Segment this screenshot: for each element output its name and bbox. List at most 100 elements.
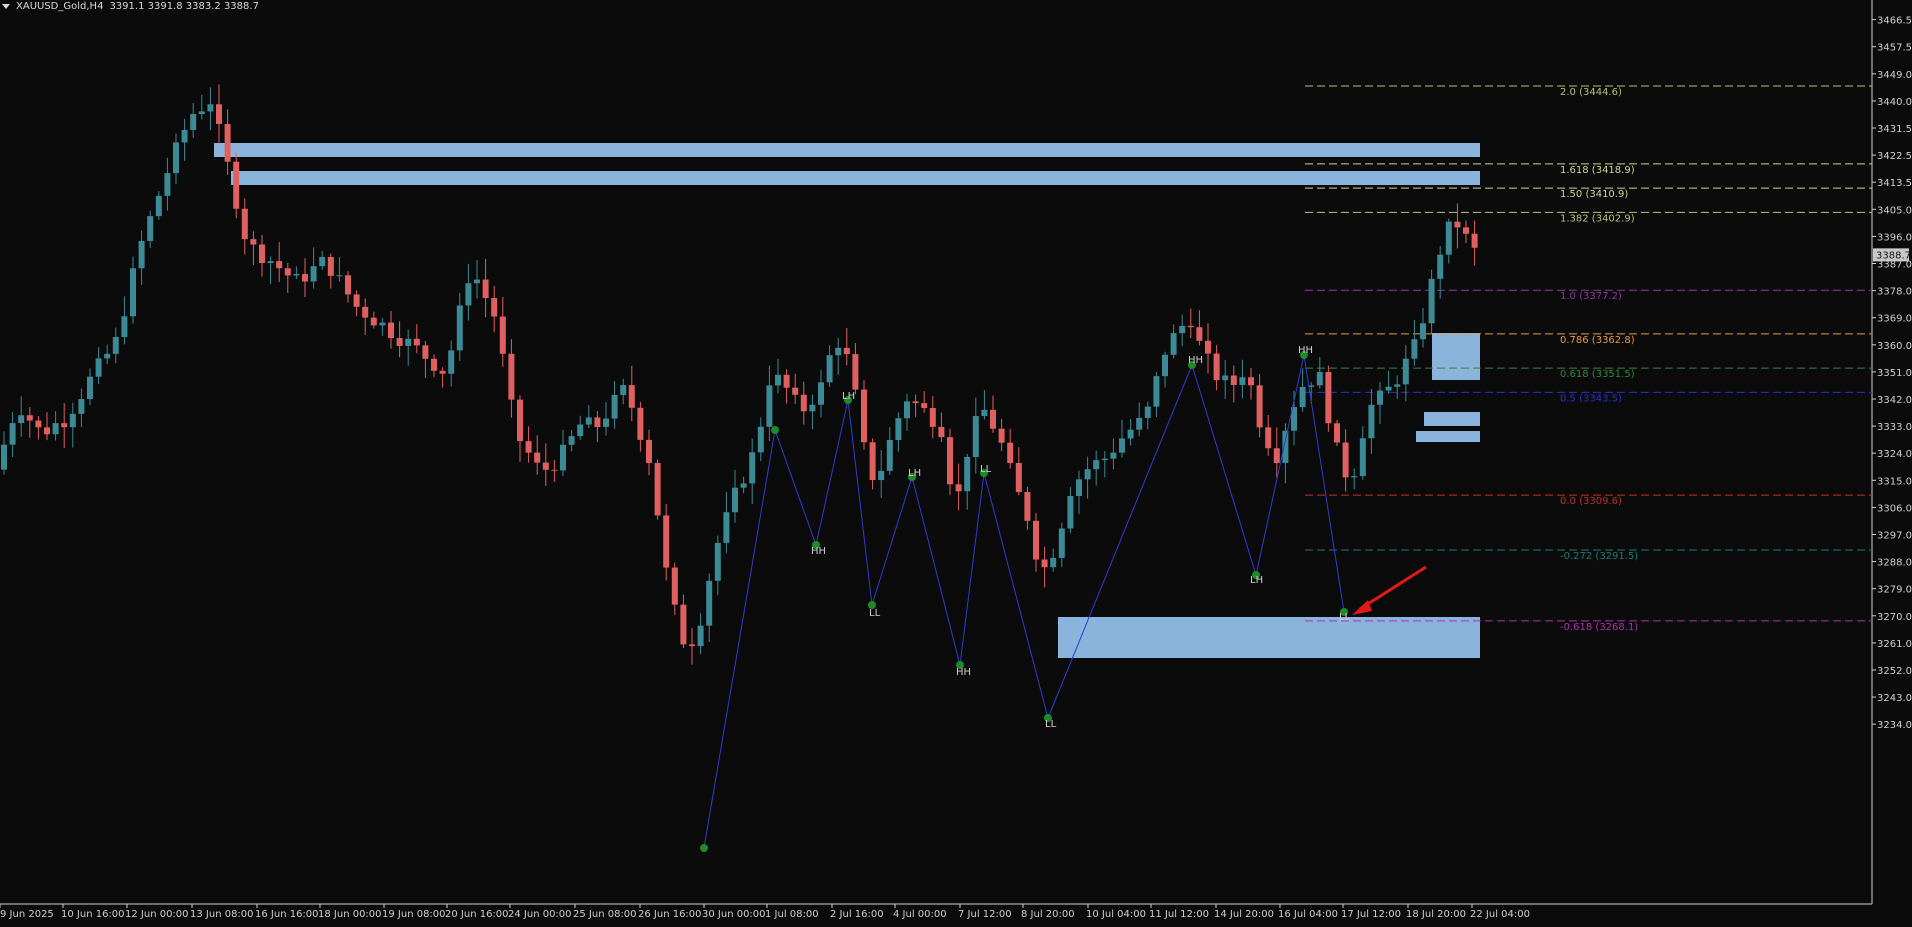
candle-body [775, 374, 781, 386]
candle-body [508, 353, 515, 400]
price-tick-label: 3243.0 [1877, 693, 1912, 704]
time-tick-label: 16 Jul 04:00 [1278, 909, 1338, 920]
price-tick-label: 3413.5 [1877, 178, 1912, 189]
swing-label: LL [1045, 719, 1057, 730]
candle-body [1076, 479, 1082, 497]
time-tick-label: 1 Jul 08:00 [765, 909, 819, 920]
candle-body [1024, 492, 1031, 521]
price-tick-label: 3288.0 [1877, 558, 1912, 569]
price-tick-label: 3431.5 [1877, 124, 1912, 135]
price-tick-label: 3252.0 [1877, 666, 1912, 677]
price-tick-label: 3466.5 [1877, 16, 1912, 27]
candle-body [9, 423, 16, 445]
fib-level-label: 0.5 (3343.5) [1560, 393, 1622, 404]
candle-body [1, 444, 7, 470]
candle-body [1282, 430, 1289, 463]
fib-level-label: -0.618 (3268.1) [1560, 622, 1638, 633]
candle-body [1136, 417, 1143, 430]
candle-body [499, 316, 506, 354]
candle-body [955, 484, 962, 492]
candle-body [1351, 476, 1358, 478]
candle-body [912, 401, 919, 404]
candle-body [1067, 496, 1074, 529]
candle-body [1153, 376, 1160, 407]
swing-label: LH [842, 391, 855, 402]
fib-level-label: 0.0 (3309.6) [1560, 496, 1622, 507]
candle-body [826, 355, 833, 383]
candle-body [1299, 386, 1306, 408]
candle-body [1420, 323, 1426, 340]
candle-body [534, 452, 541, 463]
candle-body [52, 423, 59, 435]
price-tick-label: 3234.0 [1877, 720, 1912, 731]
candle-body [749, 452, 756, 484]
candle-body [1007, 442, 1014, 463]
fib-level-label: 1.618 (3418.9) [1560, 165, 1635, 176]
candle-body [1437, 254, 1444, 279]
candle-body [1428, 278, 1435, 324]
price-tick-label: 3306.0 [1877, 503, 1912, 514]
candle-body [44, 427, 50, 435]
candle-body [671, 567, 678, 605]
candle-body [1239, 377, 1246, 385]
candle-body [568, 436, 575, 445]
supply-demand-zone [1058, 617, 1480, 658]
candle-body [1385, 386, 1392, 391]
candle-body [1033, 520, 1039, 560]
candle-body [843, 347, 850, 355]
fib-level-label: -0.272 (3291.5) [1560, 551, 1638, 562]
candle-body [792, 387, 799, 395]
candle-body [448, 350, 455, 374]
candle-body [1273, 448, 1280, 463]
candle-body [998, 428, 1005, 443]
candle-body [972, 416, 979, 457]
candle-body [947, 437, 953, 485]
candle-body [1222, 375, 1229, 381]
candle-body [302, 274, 308, 282]
dropdown-triangle-icon[interactable] [2, 4, 10, 9]
candle-body [585, 417, 592, 425]
candle-body [1325, 372, 1332, 424]
time-tick-label: 12 Jun 00:00 [125, 909, 189, 920]
supply-demand-zone [1424, 412, 1480, 426]
price-tick-label: 3360.0 [1877, 341, 1912, 352]
price-chart[interactable]: 2.0 (3444.6) 1.618 (3418.9) 1.50 (3410.9) 1… [0, 0, 1912, 923]
candle-body [267, 261, 274, 264]
supply-demand-zone [1416, 431, 1480, 442]
candle-body [680, 604, 687, 645]
chart-area[interactable]: 2.0 (3444.6) 1.618 (3418.9) 1.50 (3410.9) 1… [0, 0, 1912, 923]
candle-body [800, 394, 807, 412]
candle-body [904, 401, 910, 419]
swing-label: LL [869, 608, 881, 619]
candle-body [327, 256, 334, 276]
candle-body [714, 542, 721, 581]
candle-body [1196, 327, 1203, 341]
candle-body [233, 161, 240, 209]
candle-body [190, 114, 197, 130]
candle-body [697, 625, 704, 647]
candle-body [482, 279, 489, 299]
swing-label: HH [811, 546, 826, 557]
candle-body [577, 424, 584, 437]
price-tick-label: 3422.5 [1877, 151, 1912, 162]
price-tick-label: 3378.0 [1877, 287, 1912, 298]
candle-body [250, 239, 257, 245]
candle-body [990, 409, 996, 429]
candle-body [474, 279, 480, 284]
candle-body [1101, 458, 1108, 461]
time-tick-label: 10 Jun 16:00 [61, 909, 125, 920]
candle-body [121, 316, 128, 338]
candle-body [1127, 429, 1134, 439]
candle-body [861, 389, 867, 443]
candle-body [1179, 325, 1186, 334]
time-tick-label: 13 Jun 08:00 [190, 909, 254, 920]
fib-level-label: 1.382 (3402.9) [1560, 213, 1635, 224]
candle-body [405, 338, 412, 346]
candle-body [69, 413, 76, 428]
supply-demand-zone [214, 143, 1480, 157]
time-tick-label: 17 Jul 12:00 [1341, 909, 1401, 920]
price-tick-label: 3405.0 [1877, 205, 1912, 216]
time-tick-label: 9 Jun 2025 [0, 909, 54, 920]
price-tick-label: 3279.0 [1877, 585, 1912, 596]
time-tick-label: 10 Jul 04:00 [1086, 909, 1146, 920]
